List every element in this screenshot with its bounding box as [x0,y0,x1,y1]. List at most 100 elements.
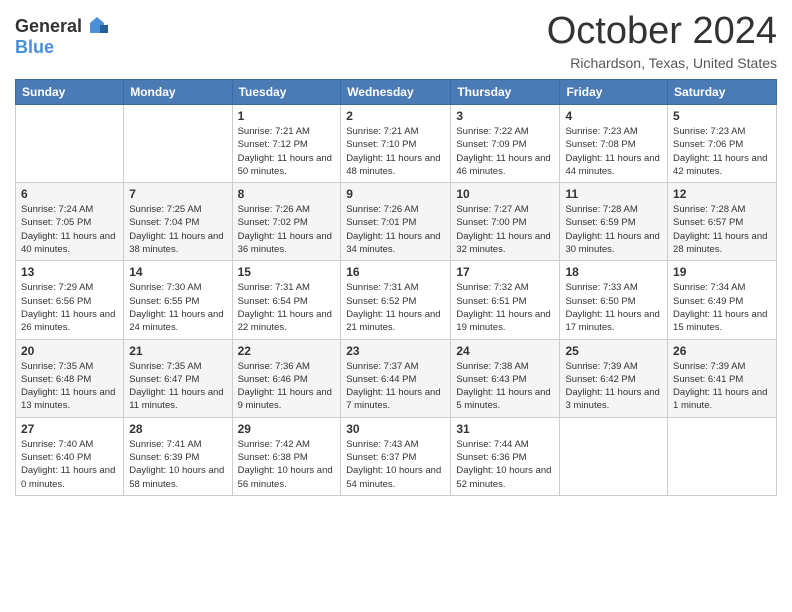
calendar-cell: 29 Sunrise: 7:42 AM Sunset: 6:38 PM Dayli… [232,417,341,495]
calendar-cell: 5 Sunrise: 7:23 AM Sunset: 7:06 PM Daylig… [668,105,777,183]
day-of-week-header: Thursday [451,80,560,105]
day-number: 26 [673,344,771,358]
calendar-week-row: 20Sunrise: 7:35 AM Sunset: 6:48 PM Dayli… [16,339,777,417]
logo-icon [86,15,108,37]
day-info: Sunrise: 7:33 AM Sunset: 6:50 PM Dayligh… [565,281,662,334]
calendar-week-row: 1Sunrise: 7:21 AM Sunset: 7:12 PM Daylig… [16,105,777,183]
day-number: 4 [565,109,662,123]
calendar-header-row: SundayMondayTuesdayWednesdayThursdayFrid… [16,80,777,105]
day-number: 3 [456,109,554,123]
day-of-week-header: Tuesday [232,80,341,105]
calendar-cell: 26 Sunrise: 7:39 AM Sunset: 6:41 PM Dayli… [668,339,777,417]
day-number: 16 [346,265,445,279]
calendar-cell: 7Sunrise: 7:25 AM Sunset: 7:04 PM Daylig… [124,183,232,261]
calendar-week-row: 6 Sunrise: 7:24 AM Sunset: 7:05 PM Daylig… [16,183,777,261]
calendar-cell: 23 Sunrise: 7:37 AM Sunset: 6:44 PM Dayli… [341,339,451,417]
day-info: Sunrise: 7:37 AM Sunset: 6:44 PM Dayligh… [346,360,445,413]
day-info: Sunrise: 7:35 AM Sunset: 6:47 PM Dayligh… [129,360,226,413]
day-info: Sunrise: 7:21 AM Sunset: 7:10 PM Dayligh… [346,125,445,178]
calendar-cell: 12 Sunrise: 7:28 AM Sunset: 6:57 PM Dayli… [668,183,777,261]
day-number: 25 [565,344,662,358]
location-text: Richardson, Texas, United States [547,55,777,71]
calendar-table: SundayMondayTuesdayWednesdayThursdayFrid… [15,79,777,496]
month-title: October 2024 [547,10,777,53]
calendar-cell: 11 Sunrise: 7:28 AM Sunset: 6:59 PM Dayli… [560,183,668,261]
calendar-week-row: 27Sunrise: 7:40 AM Sunset: 6:40 PM Dayli… [16,417,777,495]
day-info: Sunrise: 7:22 AM Sunset: 7:09 PM Dayligh… [456,125,554,178]
day-info: Sunrise: 7:43 AM Sunset: 6:37 PM Dayligh… [346,438,445,491]
calendar-cell: 21 Sunrise: 7:35 AM Sunset: 6:47 PM Dayli… [124,339,232,417]
logo: General Blue [15,15,108,58]
day-number: 17 [456,265,554,279]
day-number: 20 [21,344,118,358]
day-number: 14 [129,265,226,279]
calendar-week-row: 13 Sunrise: 7:29 AM Sunset: 6:56 PM Dayli… [16,261,777,339]
day-number: 1 [238,109,336,123]
day-number: 12 [673,187,771,201]
day-number: 5 [673,109,771,123]
day-number: 31 [456,422,554,436]
day-number: 23 [346,344,445,358]
day-info: Sunrise: 7:38 AM Sunset: 6:43 PM Dayligh… [456,360,554,413]
calendar-cell: 15Sunrise: 7:31 AM Sunset: 6:54 PM Dayli… [232,261,341,339]
day-number: 6 [21,187,118,201]
day-info: Sunrise: 7:29 AM Sunset: 6:56 PM Dayligh… [21,281,118,334]
title-block: October 2024 Richardson, Texas, United S… [547,10,777,71]
day-number: 21 [129,344,226,358]
calendar-cell [124,105,232,183]
day-info: Sunrise: 7:31 AM Sunset: 6:52 PM Dayligh… [346,281,445,334]
day-number: 7 [129,187,226,201]
calendar-cell: 14 Sunrise: 7:30 AM Sunset: 6:55 PM Dayli… [124,261,232,339]
day-of-week-header: Friday [560,80,668,105]
day-number: 24 [456,344,554,358]
logo-general-text: General [15,16,82,37]
day-info: Sunrise: 7:39 AM Sunset: 6:41 PM Dayligh… [673,360,771,413]
day-info: Sunrise: 7:34 AM Sunset: 6:49 PM Dayligh… [673,281,771,334]
day-number: 22 [238,344,336,358]
day-info: Sunrise: 7:26 AM Sunset: 7:02 PM Dayligh… [238,203,336,256]
day-info: Sunrise: 7:41 AM Sunset: 6:39 PM Dayligh… [129,438,226,491]
calendar-cell: 28Sunrise: 7:41 AM Sunset: 6:39 PM Dayli… [124,417,232,495]
calendar-cell: 4 Sunrise: 7:23 AM Sunset: 7:08 PM Daylig… [560,105,668,183]
calendar-cell: 17 Sunrise: 7:32 AM Sunset: 6:51 PM Dayli… [451,261,560,339]
day-of-week-header: Monday [124,80,232,105]
day-number: 29 [238,422,336,436]
day-info: Sunrise: 7:23 AM Sunset: 7:06 PM Dayligh… [673,125,771,178]
day-number: 2 [346,109,445,123]
day-info: Sunrise: 7:28 AM Sunset: 6:59 PM Dayligh… [565,203,662,256]
calendar-cell: 24 Sunrise: 7:38 AM Sunset: 6:43 PM Dayli… [451,339,560,417]
day-number: 18 [565,265,662,279]
calendar-cell: 1Sunrise: 7:21 AM Sunset: 7:12 PM Daylig… [232,105,341,183]
calendar-cell [560,417,668,495]
day-of-week-header: Sunday [16,80,124,105]
calendar-cell: 13 Sunrise: 7:29 AM Sunset: 6:56 PM Dayli… [16,261,124,339]
calendar-cell: 9 Sunrise: 7:26 AM Sunset: 7:01 PM Daylig… [341,183,451,261]
calendar-cell: 8Sunrise: 7:26 AM Sunset: 7:02 PM Daylig… [232,183,341,261]
day-info: Sunrise: 7:23 AM Sunset: 7:08 PM Dayligh… [565,125,662,178]
day-number: 30 [346,422,445,436]
day-info: Sunrise: 7:40 AM Sunset: 6:40 PM Dayligh… [21,438,118,491]
day-info: Sunrise: 7:28 AM Sunset: 6:57 PM Dayligh… [673,203,771,256]
calendar-cell: 18 Sunrise: 7:33 AM Sunset: 6:50 PM Dayli… [560,261,668,339]
day-info: Sunrise: 7:44 AM Sunset: 6:36 PM Dayligh… [456,438,554,491]
day-number: 10 [456,187,554,201]
day-number: 13 [21,265,118,279]
day-of-week-header: Wednesday [341,80,451,105]
calendar-cell: 25Sunrise: 7:39 AM Sunset: 6:42 PM Dayli… [560,339,668,417]
calendar-cell: 6 Sunrise: 7:24 AM Sunset: 7:05 PM Daylig… [16,183,124,261]
day-info: Sunrise: 7:31 AM Sunset: 6:54 PM Dayligh… [238,281,336,334]
day-info: Sunrise: 7:27 AM Sunset: 7:00 PM Dayligh… [456,203,554,256]
page-header: General Blue October 2024 Richardson, Te… [15,10,777,71]
day-info: Sunrise: 7:26 AM Sunset: 7:01 PM Dayligh… [346,203,445,256]
day-info: Sunrise: 7:30 AM Sunset: 6:55 PM Dayligh… [129,281,226,334]
day-info: Sunrise: 7:42 AM Sunset: 6:38 PM Dayligh… [238,438,336,491]
day-of-week-header: Saturday [668,80,777,105]
day-info: Sunrise: 7:32 AM Sunset: 6:51 PM Dayligh… [456,281,554,334]
calendar-cell: 22Sunrise: 7:36 AM Sunset: 6:46 PM Dayli… [232,339,341,417]
logo-blue-text: Blue [15,37,54,58]
day-number: 9 [346,187,445,201]
calendar-cell: 10 Sunrise: 7:27 AM Sunset: 7:00 PM Dayli… [451,183,560,261]
day-number: 19 [673,265,771,279]
day-info: Sunrise: 7:24 AM Sunset: 7:05 PM Dayligh… [21,203,118,256]
day-number: 11 [565,187,662,201]
